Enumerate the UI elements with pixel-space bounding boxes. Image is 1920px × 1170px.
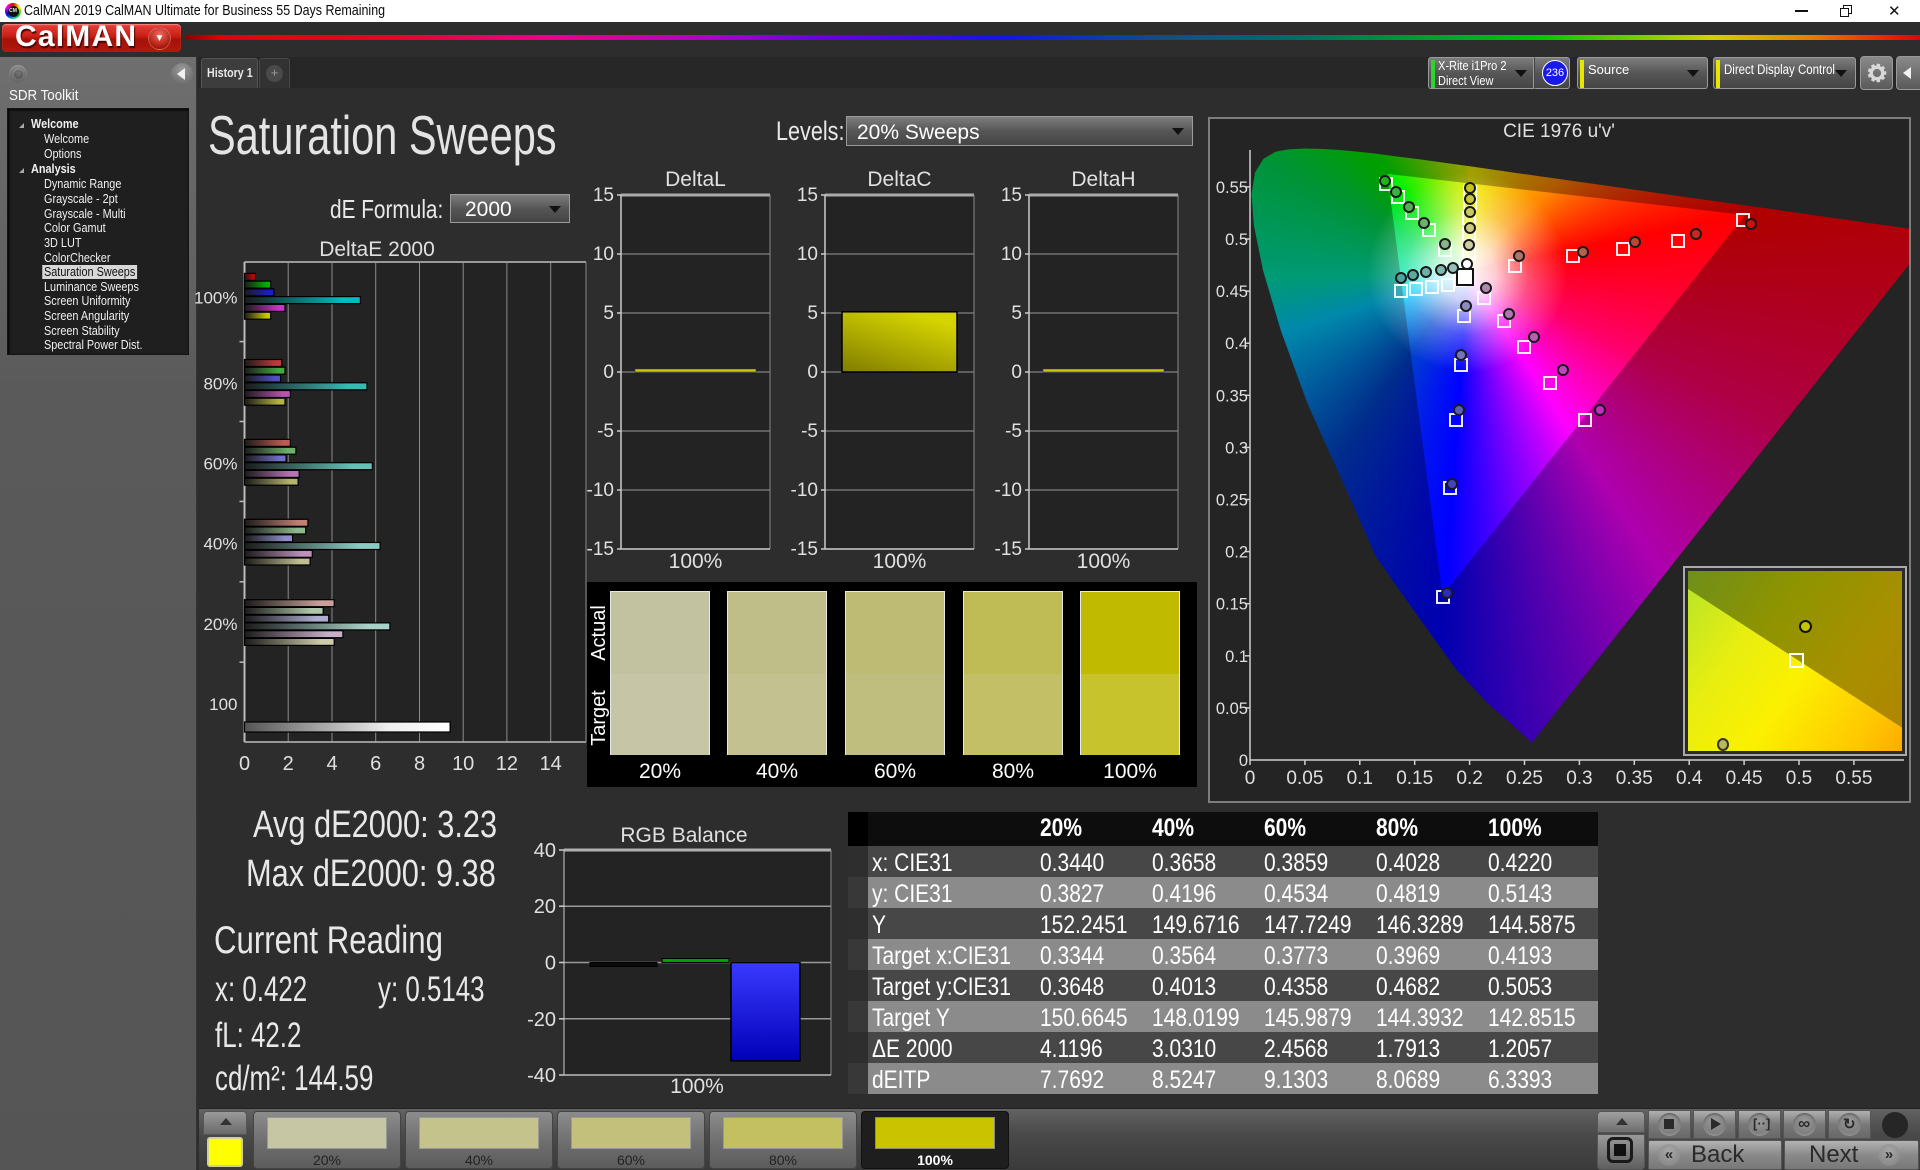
svg-text:-15: -15 — [587, 539, 614, 560]
svg-text:0.1: 0.1 — [1347, 768, 1373, 789]
svg-text:-10: -10 — [791, 480, 818, 501]
svg-text:10: 10 — [452, 753, 474, 775]
svg-text:8: 8 — [414, 753, 425, 775]
svg-text:0.15: 0.15 — [1216, 596, 1248, 614]
svg-text:10: 10 — [797, 244, 818, 265]
svg-text:0: 0 — [603, 362, 614, 383]
svg-text:0.55: 0.55 — [1216, 179, 1248, 197]
svg-text:0.1: 0.1 — [1225, 648, 1248, 666]
svg-text:4: 4 — [326, 753, 337, 775]
svg-text:0.25: 0.25 — [1216, 492, 1248, 510]
svg-text:0: 0 — [239, 753, 250, 775]
svg-text:20: 20 — [534, 896, 556, 918]
svg-text:20%: 20% — [203, 615, 237, 634]
svg-text:0.4: 0.4 — [1676, 768, 1703, 789]
svg-text:DeltaE 2000: DeltaE 2000 — [319, 240, 435, 261]
svg-text:-40: -40 — [527, 1065, 556, 1087]
svg-text:-5: -5 — [597, 421, 614, 442]
svg-text:80%: 80% — [203, 375, 237, 394]
svg-text:-10: -10 — [995, 480, 1022, 501]
svg-text:0.25: 0.25 — [1506, 768, 1543, 789]
svg-text:40%: 40% — [203, 534, 237, 553]
svg-text:5: 5 — [807, 303, 818, 324]
svg-text:0: 0 — [807, 362, 818, 383]
svg-text:0.05: 0.05 — [1286, 768, 1323, 789]
svg-text:0.05: 0.05 — [1216, 700, 1248, 718]
svg-text:100%: 100% — [670, 1075, 724, 1098]
svg-text:2: 2 — [283, 753, 294, 775]
svg-text:40: 40 — [534, 840, 556, 862]
svg-text:0.35: 0.35 — [1616, 768, 1653, 789]
svg-text:12: 12 — [496, 753, 518, 775]
svg-text:100%: 100% — [873, 550, 927, 573]
svg-text:0.3: 0.3 — [1225, 439, 1248, 457]
svg-text:15: 15 — [1001, 185, 1022, 206]
svg-text:-5: -5 — [1005, 421, 1022, 442]
svg-text:15: 15 — [797, 185, 818, 206]
svg-text:0.2: 0.2 — [1225, 544, 1248, 562]
svg-text:0.45: 0.45 — [1726, 768, 1763, 789]
svg-text:0.4: 0.4 — [1225, 335, 1248, 353]
svg-text:15: 15 — [593, 185, 614, 206]
svg-text:100%: 100% — [194, 289, 237, 308]
svg-text:5: 5 — [1011, 303, 1022, 324]
svg-text:10: 10 — [1001, 244, 1022, 265]
svg-text:DeltaL: DeltaL — [665, 168, 726, 191]
svg-text:0.35: 0.35 — [1216, 387, 1248, 405]
svg-text:100: 100 — [209, 695, 237, 714]
svg-text:-10: -10 — [587, 480, 614, 501]
svg-text:0: 0 — [1239, 752, 1248, 770]
svg-text:-20: -20 — [527, 1009, 556, 1031]
svg-text:0: 0 — [545, 953, 556, 975]
svg-text:100%: 100% — [669, 550, 723, 573]
svg-text:DeltaH: DeltaH — [1071, 168, 1135, 191]
svg-text:6: 6 — [370, 753, 381, 775]
svg-text:10: 10 — [593, 244, 614, 265]
svg-text:CIE 1976 u'v': CIE 1976 u'v' — [1503, 121, 1615, 142]
svg-text:0.5: 0.5 — [1786, 768, 1812, 789]
svg-text:-15: -15 — [791, 539, 818, 560]
svg-text:0: 0 — [1011, 362, 1022, 383]
svg-text:0.5: 0.5 — [1225, 231, 1248, 249]
svg-text:0.2: 0.2 — [1456, 768, 1482, 789]
svg-text:0.15: 0.15 — [1396, 768, 1433, 789]
svg-text:-15: -15 — [995, 539, 1022, 560]
svg-text:RGB Balance: RGB Balance — [620, 825, 747, 847]
svg-text:-5: -5 — [801, 421, 818, 442]
svg-text:DeltaC: DeltaC — [867, 168, 931, 191]
svg-text:14: 14 — [540, 753, 562, 775]
svg-text:0.55: 0.55 — [1835, 768, 1872, 789]
svg-text:5: 5 — [603, 303, 614, 324]
svg-text:100%: 100% — [1077, 550, 1131, 573]
svg-text:0: 0 — [1245, 768, 1256, 789]
svg-text:60%: 60% — [203, 455, 237, 474]
svg-text:0.45: 0.45 — [1216, 283, 1248, 301]
svg-text:0.3: 0.3 — [1566, 768, 1592, 789]
